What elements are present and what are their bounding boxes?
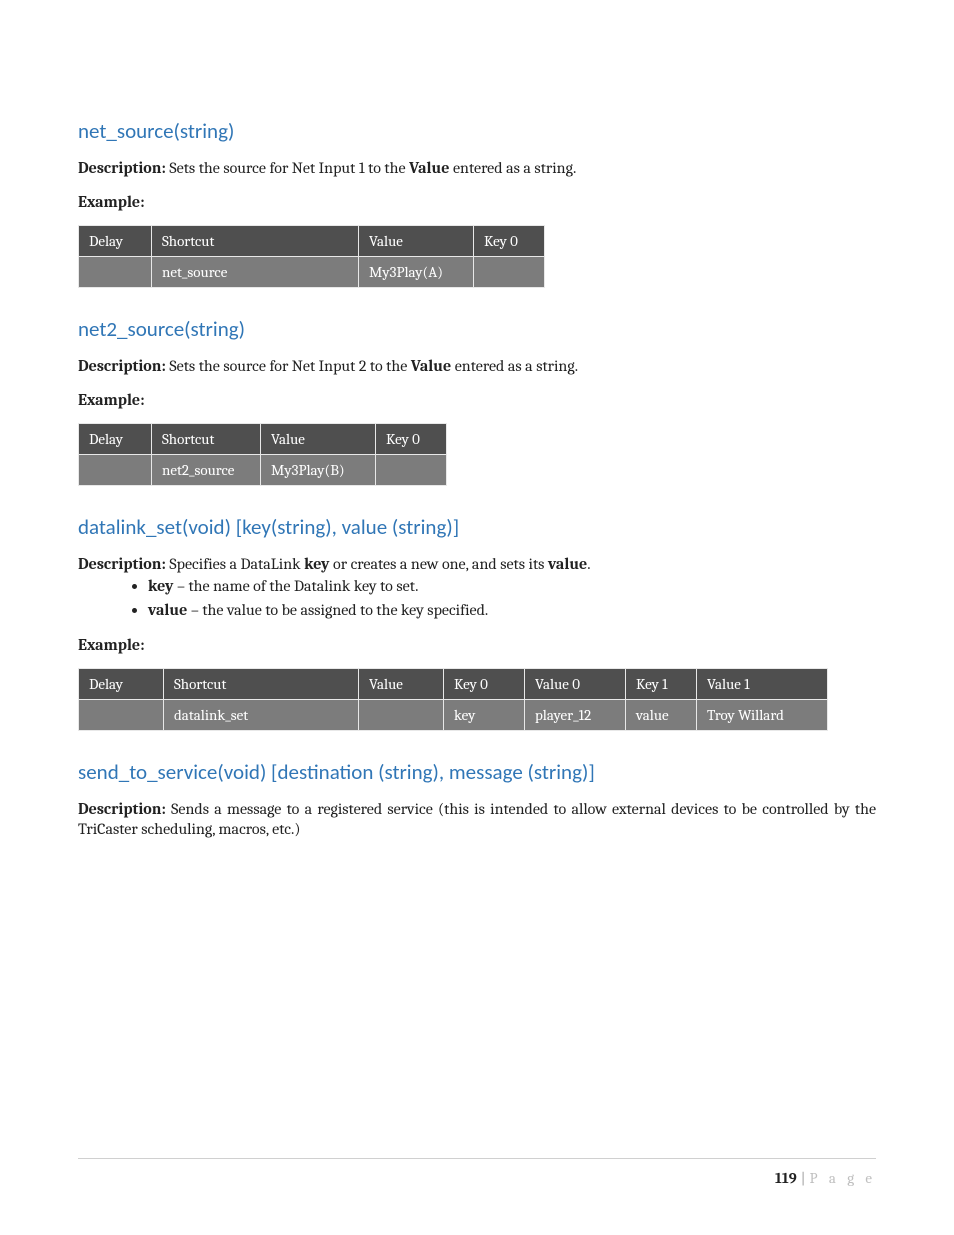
example-table: Delay Shortcut Value Key 0 net2_source M… <box>78 423 447 486</box>
description-bold: Value <box>409 159 449 177</box>
table-cell: Troy Willard <box>697 699 828 730</box>
description-text: entered as a string. <box>451 357 578 375</box>
bullet-text: – the name of the Datalink key to set. <box>173 577 418 595</box>
table-cell <box>359 699 444 730</box>
table-header-cell: Value <box>261 423 376 454</box>
page-number: 119 <box>775 1169 797 1187</box>
description-label: Description: <box>78 357 166 375</box>
footer-page-word: P a g e <box>810 1169 876 1187</box>
table-cell: net_source <box>152 256 359 287</box>
description-bold: Value <box>411 357 451 375</box>
table-header-cell: Key 0 <box>376 423 447 454</box>
table-header-cell: Key 0 <box>444 668 525 699</box>
table-header-cell: Value 1 <box>697 668 828 699</box>
section-heading: datalink_set(void) [key(string), value (… <box>78 514 876 540</box>
table-header-cell: Delay <box>79 668 164 699</box>
bullet-list: key – the name of the Datalink key to se… <box>78 576 876 621</box>
table-row: net_source My3Play(A) <box>79 256 545 287</box>
table-header-cell: Shortcut <box>152 225 359 256</box>
table-header-cell: Value 0 <box>525 668 626 699</box>
description-paragraph: Description: Sets the source for Net Inp… <box>78 356 876 377</box>
table-header-cell: Value <box>359 225 474 256</box>
description-bold: key <box>304 555 329 573</box>
table-cell: My3Play(B) <box>261 454 376 485</box>
table-cell <box>79 256 152 287</box>
table-header-cell: Shortcut <box>152 423 261 454</box>
description-label: Description: <box>78 555 166 573</box>
bullet-text: – the value to be assigned to the key sp… <box>187 601 488 619</box>
description-text: Sets the source for Net Input 1 to the <box>166 159 409 177</box>
description-label: Description: <box>78 159 166 177</box>
table-header-row: Delay Shortcut Value Key 0 Value 0 Key 1… <box>79 668 828 699</box>
description-text: Sets the source for Net Input 2 to the <box>166 357 411 375</box>
table-header-cell: Delay <box>79 225 152 256</box>
section-heading: net2_source(string) <box>78 316 876 342</box>
bullet-term: key <box>148 577 173 595</box>
bullet-term: value <box>148 601 187 619</box>
section-heading: send_to_service(void) [destination (stri… <box>78 759 876 785</box>
table-header-cell: Value <box>359 668 444 699</box>
table-cell: key <box>444 699 525 730</box>
table-cell: player_12 <box>525 699 626 730</box>
list-item: key – the name of the Datalink key to se… <box>148 576 876 598</box>
page-container: net_source(string) Description: Sets the… <box>0 0 954 1235</box>
table-cell <box>474 256 545 287</box>
example-label: Example: <box>78 636 876 654</box>
description-label: Description: <box>78 800 166 818</box>
example-table: Delay Shortcut Value Key 0 net_source My… <box>78 225 545 288</box>
description-text: Sends a message to a registered service … <box>78 800 876 839</box>
description-text: Specifies a DataLink <box>166 555 304 573</box>
table-cell <box>79 699 164 730</box>
table-header-row: Delay Shortcut Value Key 0 <box>79 225 545 256</box>
table-cell: datalink_set <box>164 699 359 730</box>
description-paragraph: Description: Sets the source for Net Inp… <box>78 158 876 179</box>
example-label: Example: <box>78 391 876 409</box>
table-cell: My3Play(A) <box>359 256 474 287</box>
page-footer: 119|P a g e <box>78 1158 876 1187</box>
table-cell <box>79 454 152 485</box>
table-cell: net2_source <box>152 454 261 485</box>
description-text: . <box>587 555 590 573</box>
table-header-cell: Key 0 <box>474 225 545 256</box>
table-row: net2_source My3Play(B) <box>79 454 447 485</box>
table-header-row: Delay Shortcut Value Key 0 <box>79 423 447 454</box>
section-heading: net_source(string) <box>78 118 876 144</box>
table-header-cell: Key 1 <box>626 668 697 699</box>
description-paragraph: Description: Sends a message to a regist… <box>78 799 876 841</box>
description-text: entered as a string. <box>449 159 576 177</box>
table-row: datalink_set key player_12 value Troy Wi… <box>79 699 828 730</box>
table-header-cell: Delay <box>79 423 152 454</box>
table-cell <box>376 454 447 485</box>
description-paragraph: Description: Specifies a DataLink key or… <box>78 554 876 575</box>
footer-separator: | <box>797 1169 810 1187</box>
table-header-cell: Shortcut <box>164 668 359 699</box>
table-cell: value <box>626 699 697 730</box>
example-table: Delay Shortcut Value Key 0 Value 0 Key 1… <box>78 668 828 731</box>
description-text: or creates a new one, and sets its <box>330 555 548 573</box>
example-label: Example: <box>78 193 876 211</box>
list-item: value – the value to be assigned to the … <box>148 600 876 622</box>
description-bold: value <box>548 555 587 573</box>
